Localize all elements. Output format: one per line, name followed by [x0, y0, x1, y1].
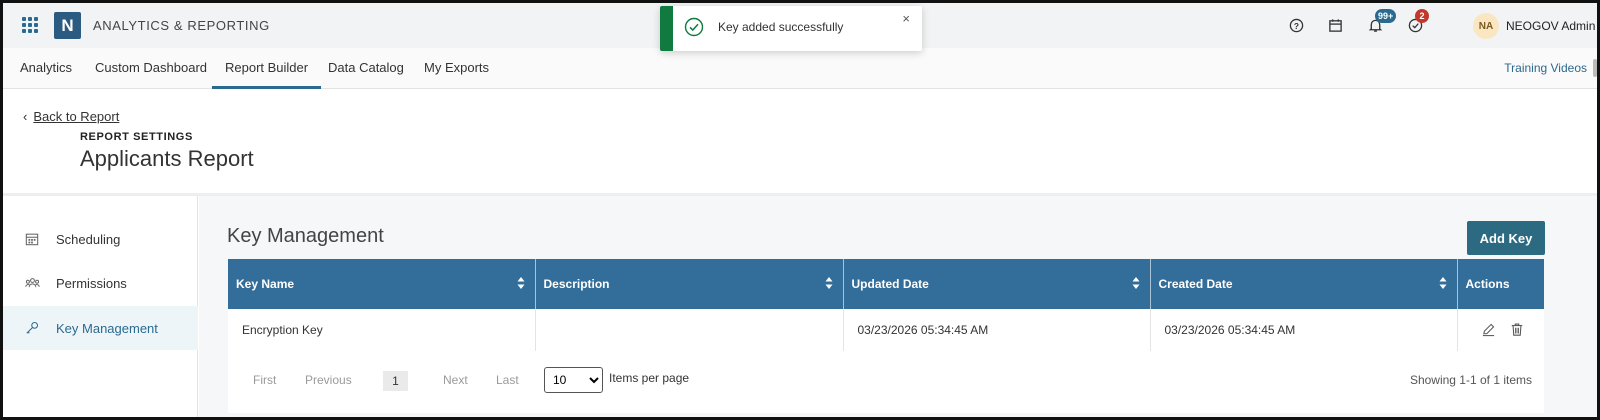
keys-table: Key Name Description Updated Date Create…: [228, 259, 1544, 352]
column-header-created-date[interactable]: Created Date: [1150, 259, 1458, 309]
help-icon[interactable]: ?: [1286, 15, 1306, 35]
column-header-actions: Actions: [1457, 259, 1544, 309]
notifications-bell-icon[interactable]: 99+: [1365, 9, 1397, 35]
cell-updated-date: 03/23/2026 05:34:45 AM: [843, 309, 1151, 352]
pager-page-1[interactable]: 1: [383, 371, 408, 391]
column-label: Actions: [1465, 277, 1510, 291]
table-header-row: Key Name Description Updated Date Create…: [228, 259, 1544, 309]
column-label: Key Name: [236, 277, 295, 291]
success-check-icon: [684, 17, 704, 40]
sort-icon[interactable]: [825, 276, 833, 290]
key-icon: [24, 320, 40, 336]
cell-actions: [1457, 309, 1544, 352]
pager-last[interactable]: Last: [496, 373, 519, 387]
pager-next[interactable]: Next: [443, 373, 468, 387]
report-settings-caption: REPORT SETTINGS: [80, 131, 193, 143]
tab-my-exports[interactable]: My Exports: [424, 48, 489, 89]
table-row[interactable]: Encryption Key 03/23/2026 05:34:45 AM 03…: [228, 309, 1544, 352]
pager-first[interactable]: First: [253, 373, 276, 387]
main-nav: Analytics Custom Dashboard Report Builde…: [3, 48, 1597, 89]
section-title: Key Management: [227, 225, 384, 247]
cell-key-name: Encryption Key: [228, 309, 536, 352]
notifications-badge: 99+: [1375, 9, 1397, 23]
neogov-logo[interactable]: N: [54, 12, 81, 39]
tab-report-builder[interactable]: Report Builder: [212, 48, 322, 89]
showing-count: Showing 1-1 of 1 items: [1409, 373, 1532, 387]
chevron-left-icon: ‹: [23, 109, 28, 124]
avatar[interactable]: NA: [1473, 13, 1499, 39]
tasks-check-icon[interactable]: 2: [1405, 9, 1429, 35]
sidebar-item-permissions[interactable]: Permissions: [3, 261, 198, 305]
items-per-page-select[interactable]: 10: [544, 367, 603, 393]
sort-icon[interactable]: [517, 276, 525, 290]
pagination-bar: First Previous 1 Next Last 10 Items per …: [228, 351, 1544, 413]
sidebar-item-key-management[interactable]: Key Management: [3, 306, 198, 350]
sidebar-item-label: Scheduling: [56, 231, 121, 247]
tab-data-catalog[interactable]: Data Catalog: [328, 48, 404, 89]
tasks-badge: 2: [1415, 9, 1429, 23]
training-videos-link[interactable]: Training Videos: [1504, 48, 1587, 89]
toast-message: Key added successfully: [718, 20, 844, 34]
tab-custom-dashboard[interactable]: Custom Dashboard: [95, 48, 207, 89]
key-management-panel: Key Management Add Key Key Name Descript…: [199, 196, 1597, 417]
page-title: Applicants Report: [80, 146, 254, 171]
add-key-button[interactable]: Add Key: [1467, 221, 1545, 255]
users-icon: [24, 275, 40, 291]
back-to-report-label: Back to Report: [33, 109, 120, 124]
svg-text:?: ?: [1293, 20, 1298, 30]
success-toast: Key added successfully ×: [660, 6, 922, 51]
cell-description: [535, 309, 844, 352]
column-label: Description: [543, 277, 610, 291]
column-label: Created Date: [1158, 277, 1233, 291]
back-to-report-link[interactable]: ‹ Back to Report: [23, 109, 119, 124]
calendar-icon[interactable]: [1325, 15, 1345, 35]
app-window: N ANALYTICS & REPORTING ? 99+ 2 NA NEOGO…: [0, 0, 1600, 420]
tab-analytics[interactable]: Analytics: [20, 48, 72, 89]
page-scrollbar[interactable]: [1593, 59, 1597, 77]
items-per-page-label: Items per page: [609, 371, 690, 385]
column-label: Updated Date: [851, 277, 929, 291]
sidebar-item-scheduling[interactable]: Scheduling: [3, 217, 198, 261]
sort-icon[interactable]: [1132, 276, 1140, 290]
calendar-icon: [24, 231, 40, 247]
sidebar-item-label: Permissions: [56, 275, 127, 291]
close-icon[interactable]: ×: [902, 11, 910, 26]
cell-created-date: 03/23/2026 05:34:45 AM: [1150, 309, 1458, 352]
column-header-description[interactable]: Description: [535, 259, 844, 309]
edit-pencil-icon[interactable]: [1481, 322, 1496, 337]
pager-previous[interactable]: Previous: [305, 373, 352, 387]
app-title: ANALYTICS & REPORTING: [93, 18, 270, 33]
sort-icon[interactable]: [1439, 276, 1447, 290]
column-header-key-name[interactable]: Key Name: [228, 259, 536, 309]
column-header-updated-date[interactable]: Updated Date: [843, 259, 1151, 309]
settings-sidebar: Scheduling Permissions Key Management: [3, 196, 198, 417]
delete-trash-icon[interactable]: [1510, 322, 1524, 337]
app-launcher-icon[interactable]: [22, 17, 38, 33]
user-name[interactable]: NEOGOV Admin: [1506, 19, 1595, 33]
sidebar-item-label: Key Management: [56, 320, 158, 336]
